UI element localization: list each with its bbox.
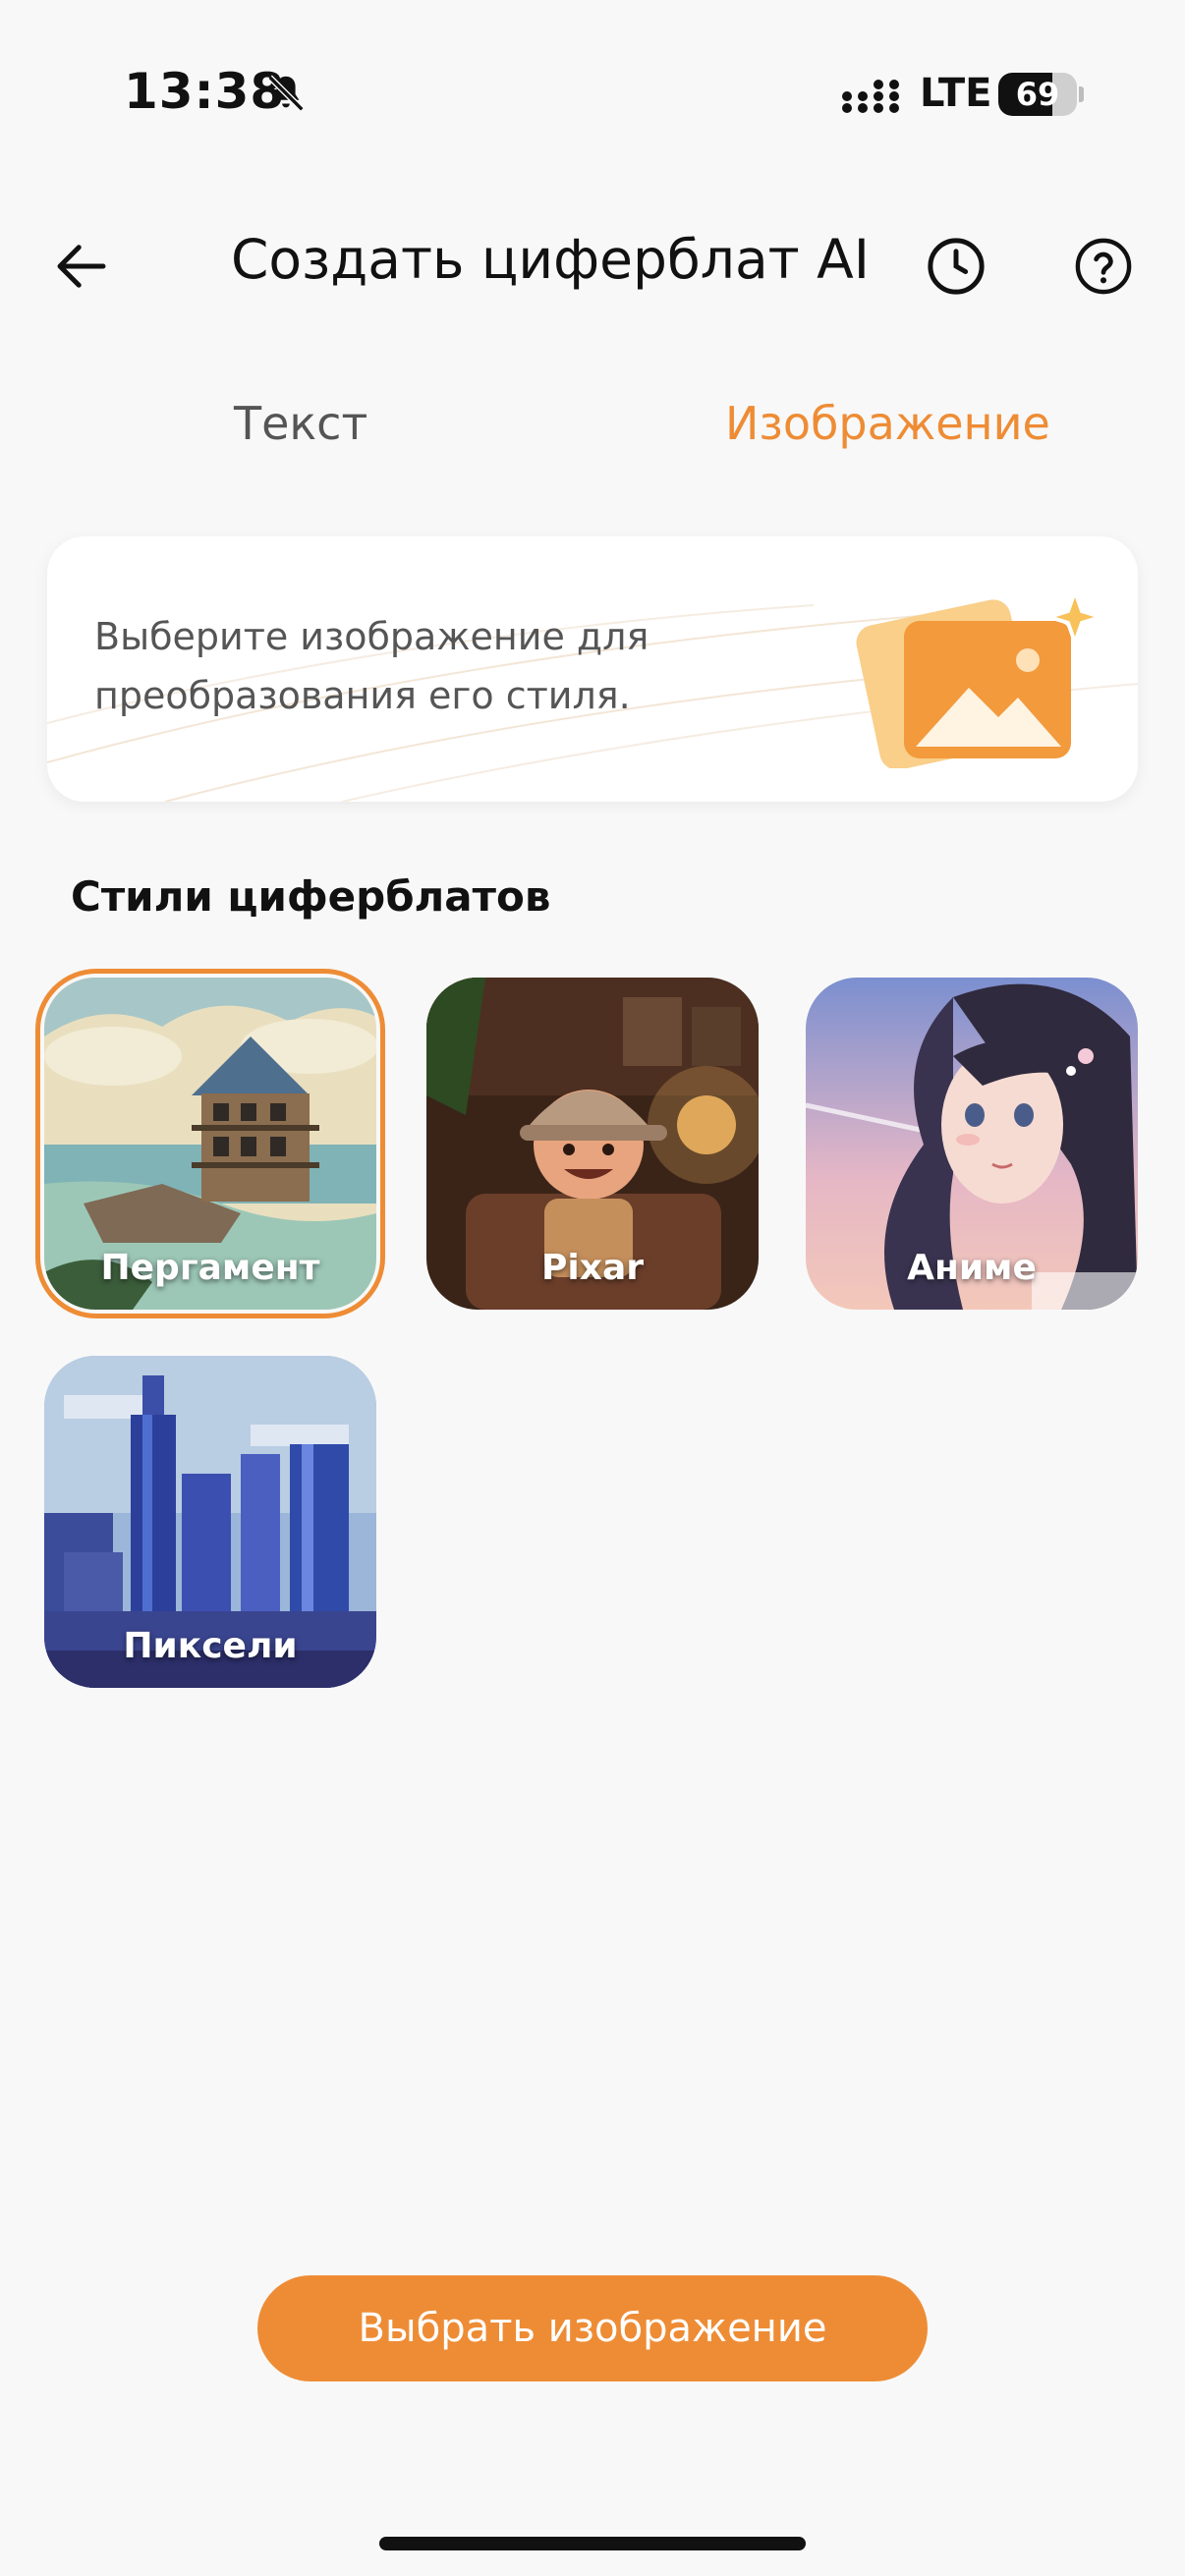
status-time: 13:38 (124, 63, 286, 120)
style-tile-parchment[interactable]: Пергамент (44, 978, 376, 1310)
page-title: Создать циферблат AI (230, 228, 871, 291)
battery-level: 69 (1015, 76, 1060, 113)
style-label: Аниме (907, 1248, 1037, 1288)
help-question-icon[interactable] (1071, 234, 1136, 299)
history-clock-icon[interactable] (924, 234, 988, 299)
style-tile-pixar[interactable]: Pixar (426, 978, 759, 1310)
style-label: Pixar (541, 1248, 644, 1288)
info-card[interactable]: Выберите изображение для преобразования … (47, 536, 1138, 802)
network-type: LTE (920, 71, 992, 116)
style-tile-anime[interactable]: Аниме (806, 978, 1138, 1310)
tab-text[interactable]: Текст (234, 397, 367, 450)
battery-icon: 69 (998, 73, 1085, 118)
choose-image-button[interactable]: Выбрать изображение (257, 2275, 928, 2381)
signal-strength-icon (842, 80, 899, 113)
image-sparkle-icon (856, 585, 1107, 768)
style-tile-pixels[interactable]: Пиксели (44, 1356, 376, 1688)
info-text: Выберите изображение для преобразования … (94, 615, 649, 717)
styles-section-title: Стили циферблатов (71, 872, 551, 921)
home-indicator[interactable] (379, 2537, 806, 2550)
style-label: Пиксели (123, 1626, 298, 1666)
bell-off-icon (267, 75, 305, 112)
style-label: Пергамент (100, 1248, 320, 1288)
tab-image[interactable]: Изображение (725, 397, 1050, 450)
back-arrow-icon[interactable] (49, 234, 114, 299)
